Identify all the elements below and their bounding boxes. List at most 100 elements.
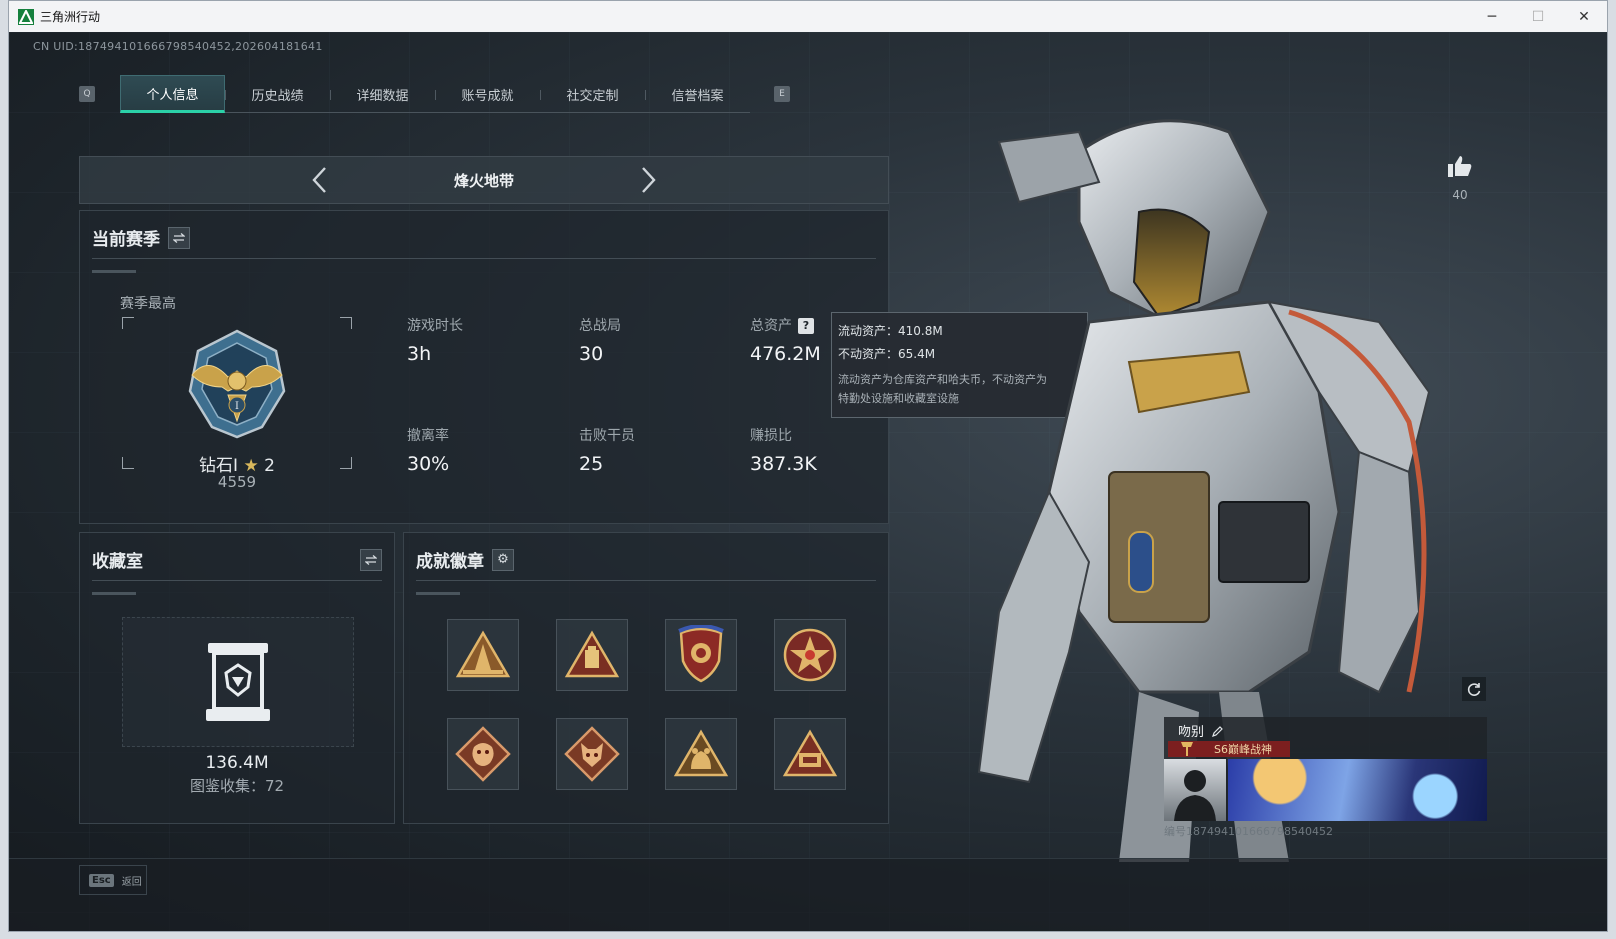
like-count: 40 bbox=[1452, 188, 1468, 202]
profile-banner bbox=[1228, 759, 1487, 821]
minimize-button[interactable]: ─ bbox=[1469, 1, 1515, 32]
achievement-badge[interactable] bbox=[665, 718, 737, 790]
title-bar: 三角洲行动 ─ ☐ ✕ bbox=[9, 1, 1607, 32]
edit-pencil-icon[interactable] bbox=[1212, 725, 1224, 737]
chevron-right-icon bbox=[642, 167, 656, 193]
season-title: 当前赛季 bbox=[92, 230, 160, 250]
player-card-uid: 编号187494101666798540452 bbox=[1164, 825, 1333, 838]
stat-value: 30% bbox=[407, 453, 450, 475]
current-season-panel: 当前赛季 赛季最高 I 钻石Ⅰ ★ 2 4559 游戏时长 3h 总战局 30 … bbox=[79, 210, 889, 524]
collection-title: 收藏室 bbox=[92, 552, 143, 572]
badges-title: 成就徽章 bbox=[416, 552, 484, 572]
stat-label: 撤离率 bbox=[407, 428, 449, 444]
close-button[interactable]: ✕ bbox=[1561, 1, 1607, 32]
stat-label: 总战局 bbox=[579, 318, 621, 334]
next-tab-key-hint[interactable]: E bbox=[774, 86, 790, 102]
chevron-left-icon bbox=[312, 167, 326, 193]
achievement-badge[interactable] bbox=[774, 718, 846, 790]
achievement-badge[interactable] bbox=[665, 619, 737, 691]
main-content: CN UID:187494101666798540452,20260418164… bbox=[9, 32, 1607, 931]
title-emblem-icon bbox=[1181, 742, 1193, 756]
mode-selector: 烽火地带 bbox=[79, 156, 889, 204]
tab-social-custom[interactable]: 社交定制 bbox=[540, 75, 645, 113]
triangle-bag-badge-icon bbox=[564, 630, 620, 678]
player-card[interactable]: 吻别 S6巅峰战神 编号187494101666798540452 bbox=[1164, 717, 1487, 838]
esc-key-hint: Esc bbox=[89, 873, 114, 887]
swap-icon bbox=[173, 232, 185, 243]
stat-label: 游戏时长 bbox=[407, 318, 463, 334]
achievement-badge[interactable] bbox=[556, 619, 628, 691]
player-name-text: 吻别 bbox=[1178, 725, 1205, 740]
prev-tab-key-hint[interactable]: Q bbox=[79, 86, 95, 102]
shield-crest-badge-icon bbox=[678, 625, 724, 683]
divider bbox=[416, 580, 876, 581]
thumbs-up-icon bbox=[1448, 156, 1472, 177]
stat-total-assets: 总资产? 476.2M bbox=[750, 315, 821, 365]
badges-settings-button[interactable]: ⚙ bbox=[492, 548, 514, 571]
refresh-icon bbox=[1467, 683, 1481, 696]
tab-detailed-data[interactable]: 详细数据 bbox=[330, 75, 435, 113]
collection-value: 136.4M bbox=[205, 753, 269, 773]
stat-profit-ratio: 赚损比 387.3K bbox=[750, 425, 817, 475]
achievement-badge[interactable] bbox=[774, 619, 846, 691]
stat-play-time: 游戏时长 3h bbox=[407, 315, 463, 365]
swap-icon bbox=[365, 554, 377, 565]
decor-bar bbox=[92, 270, 136, 273]
avatar-silhouette-icon bbox=[1174, 770, 1216, 821]
stat-value: 387.3K bbox=[750, 453, 817, 475]
star-emblem-badge-icon bbox=[783, 628, 837, 682]
back-label: 返回 bbox=[121, 876, 142, 888]
achievement-badge[interactable] bbox=[447, 619, 519, 691]
svg-text:I: I bbox=[235, 401, 239, 412]
app-logo-icon bbox=[18, 8, 34, 25]
season-switch-button[interactable] bbox=[168, 226, 190, 249]
tab-personal-info[interactable]: 个人信息 bbox=[120, 75, 225, 113]
rank-score: 4559 bbox=[217, 473, 257, 491]
window-title: 三角洲行动 bbox=[40, 10, 101, 24]
maximize-button[interactable]: ☐ bbox=[1515, 1, 1561, 32]
wolf-badge-icon bbox=[564, 726, 620, 782]
stat-label: 总资产? bbox=[750, 315, 821, 335]
decor-bar bbox=[416, 592, 460, 595]
decor-bar bbox=[92, 592, 136, 595]
player-uid: CN UID:187494101666798540452,20260418164… bbox=[33, 40, 323, 53]
prev-mode-button[interactable] bbox=[309, 165, 329, 195]
player-name: 吻别 bbox=[1178, 721, 1224, 740]
rotate-model-button[interactable] bbox=[1462, 677, 1486, 701]
stat-value: 30 bbox=[579, 343, 604, 365]
title-tag: S6巅峰战神 bbox=[1168, 741, 1290, 757]
diamond-rank-emblem-icon: I bbox=[188, 329, 286, 439]
achievement-badge[interactable] bbox=[556, 718, 628, 790]
help-icon[interactable]: ? bbox=[798, 317, 814, 334]
back-button[interactable]: Esc 返回 bbox=[79, 865, 147, 895]
season-best-label: 赛季最高 bbox=[120, 296, 176, 312]
stat-value: 25 bbox=[579, 453, 604, 475]
next-mode-button[interactable] bbox=[639, 165, 659, 195]
mode-title: 烽火地带 bbox=[453, 171, 514, 190]
divider bbox=[92, 258, 876, 259]
stat-label: 赚损比 bbox=[750, 428, 792, 444]
like-button[interactable]: 40 bbox=[1445, 154, 1475, 202]
triangle-tower-badge-icon bbox=[455, 630, 511, 678]
title-tag-text: S6巅峰战神 bbox=[1214, 743, 1272, 756]
stat-total-matches: 总战局 30 bbox=[579, 315, 621, 365]
tab-account-achievements[interactable]: 账号成就 bbox=[435, 75, 540, 113]
collection-switch-button[interactable] bbox=[360, 548, 382, 571]
frame-corner bbox=[122, 317, 134, 329]
bear-badge-icon bbox=[673, 729, 729, 777]
stat-value: 476.2M bbox=[750, 343, 821, 365]
display-case-icon bbox=[206, 643, 270, 721]
tab-bar: Q 个人信息 历史战绩 详细数据 账号成就 社交定制 信誉档案 E bbox=[79, 75, 790, 113]
stat-value: 3h bbox=[407, 343, 432, 365]
gear-icon: ⚙ bbox=[497, 552, 509, 567]
stat-label-text: 总资产 bbox=[750, 318, 792, 334]
achievement-badge[interactable] bbox=[447, 718, 519, 790]
triangle-58-badge-icon bbox=[782, 729, 838, 777]
game-window: 三角洲行动 ─ ☐ ✕ CN UID:187494101666798540452… bbox=[8, 0, 1608, 932]
stat-defeated-operators: 击败干员 25 bbox=[579, 425, 635, 475]
tab-credit-record[interactable]: 信誉档案 bbox=[645, 75, 750, 113]
frame-corner bbox=[340, 317, 352, 329]
stat-label: 击败干员 bbox=[579, 428, 635, 444]
collection-room-panel: 收藏室 136.4M 图鉴收集：72 bbox=[79, 532, 395, 824]
tab-match-history[interactable]: 历史战绩 bbox=[225, 75, 330, 113]
